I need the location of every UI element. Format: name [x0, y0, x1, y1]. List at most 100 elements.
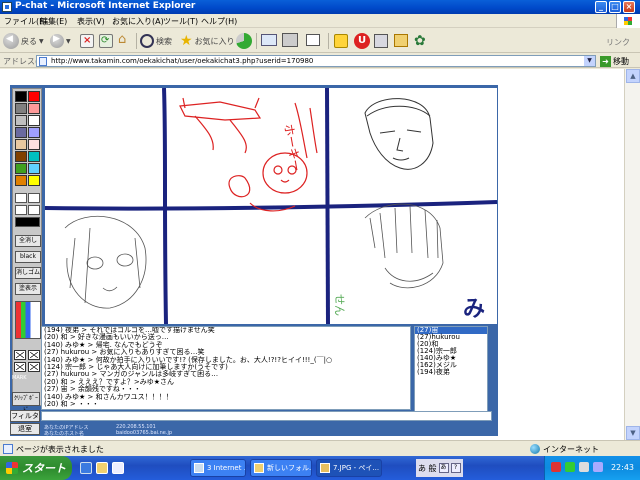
color-swatch[interactable]	[15, 91, 27, 102]
tray-icon[interactable]	[565, 462, 575, 472]
exit-button[interactable]: 退室	[10, 423, 40, 435]
color-swatch[interactable]	[28, 115, 40, 126]
pen-size-option[interactable]	[28, 193, 40, 203]
links-label[interactable]: リンク	[606, 37, 630, 48]
eraser-button[interactable]: 消しゴム	[15, 267, 41, 279]
toolbar: 戻る ▼ ▼ × ⟳ ⌂ 検索 ★ お気に入り U ✿ リンク	[0, 29, 640, 53]
home-button[interactable]: ⌂	[117, 33, 133, 48]
vertical-scrollbar[interactable]: ▲ ▼	[624, 69, 640, 440]
ie-icon	[2, 2, 12, 12]
oekaki-chat-applet: 全消し black 消しゴム 塗表示 ホーキー せん み MARK ｸﾘｯﾌﾟﾎ…	[10, 85, 498, 437]
page-done-icon	[3, 444, 13, 454]
drawing-canvas[interactable]: ホーキー せん み	[45, 88, 497, 324]
color-swatch[interactable]	[28, 139, 40, 150]
host-label: あなたのホスト名	[44, 431, 85, 437]
edit-icon[interactable]	[306, 34, 320, 46]
mail-icon[interactable]	[14, 362, 26, 372]
mail-icon[interactable]	[28, 350, 40, 360]
menu-view[interactable]: 表示(V)	[77, 16, 105, 27]
maximize-button[interactable]: □	[609, 1, 621, 13]
scroll-down-icon[interactable]: ▼	[626, 426, 640, 440]
chat-input[interactable]	[41, 411, 492, 421]
mail-icon[interactable]	[14, 350, 26, 360]
msn-icon[interactable]: ✿	[414, 33, 430, 49]
folder-quicklaunch-icon[interactable]	[96, 462, 108, 474]
security-zone: インターネット	[530, 443, 599, 455]
color-swatch[interactable]	[15, 127, 27, 138]
help-icon[interactable]: ?	[450, 463, 461, 473]
page-icon	[39, 57, 47, 66]
color-swatch[interactable]	[15, 103, 27, 114]
globe-icon	[530, 444, 540, 454]
go-arrow-icon: ➜	[600, 55, 611, 67]
color-swatch[interactable]	[15, 151, 27, 162]
tray-icon[interactable]	[551, 462, 561, 472]
menu-favorites[interactable]: お気に入り(A)	[112, 16, 164, 27]
taskbar-task-folder[interactable]: 新しいフォル...	[250, 459, 312, 477]
fill-display-button[interactable]: 塗表示	[15, 283, 41, 295]
girl-sketch	[64, 215, 147, 309]
color-swatch[interactable]	[28, 175, 40, 186]
back-arrow-icon	[3, 33, 19, 49]
color-swatch[interactable]	[28, 127, 40, 138]
forward-button[interactable]: ▼	[50, 32, 71, 50]
chevron-down-icon[interactable]: ▼	[584, 56, 595, 66]
color-swatch[interactable]	[28, 91, 40, 102]
color-swatch[interactable]	[15, 115, 27, 126]
filter-button[interactable]: フィルタ	[10, 410, 40, 422]
color-swatch[interactable]	[28, 103, 40, 114]
color-swatch[interactable]	[15, 139, 27, 150]
windows-flag-icon	[6, 462, 18, 474]
messenger-icon[interactable]: U	[354, 33, 370, 49]
go-label: 移動	[613, 56, 629, 66]
pen-size-option[interactable]	[15, 205, 27, 215]
back-button[interactable]: 戻る ▼	[3, 32, 44, 50]
pen-size-option[interactable]	[15, 193, 27, 203]
mail-icon[interactable]	[28, 362, 40, 372]
go-button[interactable]: ➜ 移動	[600, 55, 629, 67]
black-tool-button[interactable]: black	[15, 251, 41, 263]
hair-sketch	[364, 203, 444, 289]
color-swatch[interactable]	[28, 163, 40, 174]
status-bar: ページが表示されました インターネット	[0, 440, 640, 456]
chat-log[interactable]: (194) 夜弟 > それではゴルゴを…嘘です描けません笑 (20) 和 > 好…	[41, 326, 411, 410]
pen-size-option[interactable]	[28, 205, 40, 215]
menu-edit[interactable]: 編集(E)	[40, 16, 67, 27]
menu-help[interactable]: ヘルプ(H)	[201, 16, 237, 27]
menu-tools[interactable]: ツール(T)	[163, 16, 198, 27]
scroll-up-icon[interactable]: ▲	[626, 69, 640, 83]
user-list-item[interactable]: (194)夜弟	[415, 369, 487, 376]
start-button[interactable]: スタート	[0, 456, 72, 480]
clear-all-button[interactable]: 全消し	[15, 235, 41, 247]
clock[interactable]: 22:43	[611, 463, 634, 472]
address-input[interactable]: http://www.takamin.com/oekakichat/user/o…	[36, 55, 596, 67]
user-list[interactable]: (27)宙 (27)hukurou (20)和 (124)宗一郎 (140)みゆ…	[414, 326, 488, 421]
ime-pad-icon[interactable]: あ	[438, 463, 449, 473]
note-icon[interactable]	[334, 34, 348, 48]
print-icon[interactable]	[282, 33, 298, 47]
language-bar[interactable]: あ 般 あ ?	[416, 459, 463, 477]
taskbar-task-ie[interactable]: 3 Internet ...	[190, 459, 246, 477]
search-button[interactable]: 検索	[140, 32, 172, 50]
history-icon[interactable]	[236, 33, 252, 49]
clipboard-button[interactable]: ｸﾘｯﾌﾟﾎﾞｰﾄﾞ	[12, 392, 40, 414]
favorites-button[interactable]: ★ お気に入り	[180, 32, 235, 50]
speaker-icon[interactable]	[593, 462, 603, 472]
color-swatch[interactable]	[15, 163, 27, 174]
minimize-button[interactable]: _	[595, 1, 607, 13]
folder-icon[interactable]	[394, 34, 408, 47]
rgb-slider[interactable]	[15, 301, 41, 339]
tray-icon[interactable]	[579, 462, 589, 472]
refresh-button[interactable]: ⟳	[99, 34, 113, 48]
color-swatch[interactable]	[28, 151, 40, 162]
toolbar-separator	[328, 33, 329, 49]
pen-preview	[15, 217, 40, 227]
stop-button[interactable]: ×	[80, 34, 94, 48]
close-button[interactable]: ×	[623, 1, 635, 13]
mail-icon[interactable]	[261, 34, 277, 46]
desktop-quicklaunch-icon[interactable]	[112, 462, 124, 474]
discuss-icon[interactable]	[374, 34, 388, 48]
taskbar-task-paint[interactable]: 7.JPG - ペイ...	[316, 459, 382, 477]
ie-quicklaunch-icon[interactable]	[80, 462, 92, 474]
color-swatch[interactable]	[15, 175, 27, 186]
